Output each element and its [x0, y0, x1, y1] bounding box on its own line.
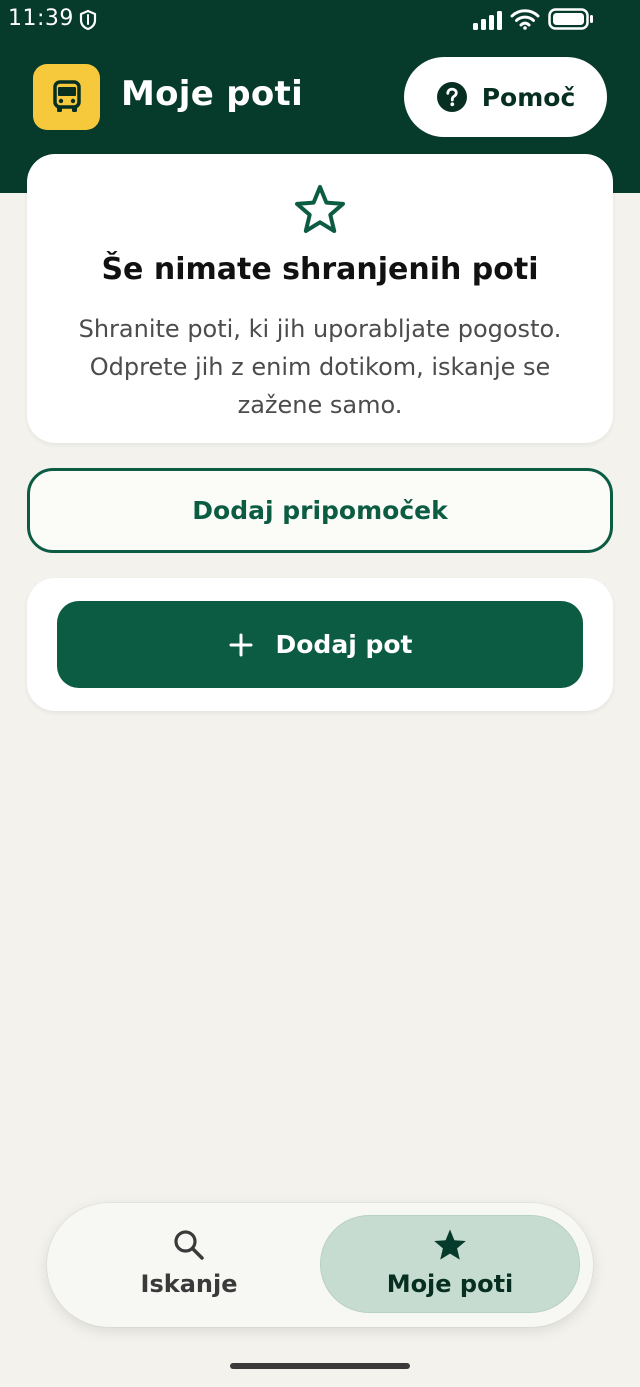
empty-state-title: Še nimate shranjenih poti [101, 252, 539, 287]
plus-icon [229, 633, 252, 656]
tab-saved-routes[interactable]: Moje poti [320, 1215, 580, 1313]
app-logo [33, 64, 100, 130]
help-button-label: Pomoč [481, 82, 576, 112]
add-route-label: Dodaj pot [275, 630, 413, 659]
search-icon [174, 1230, 204, 1260]
battery-icon [548, 8, 593, 30]
add-route-card: Dodaj pot [27, 578, 613, 711]
bottom-navigation: Iskanje Moje poti [47, 1203, 593, 1327]
add-widget-button[interactable]: Dodaj pripomoček [27, 468, 613, 553]
bus-icon [52, 80, 81, 112]
tab-search[interactable]: Iskanje [59, 1215, 319, 1313]
status-time: 11:39 [8, 6, 74, 31]
add-widget-label: Dodaj pripomoček [192, 496, 448, 525]
shield-icon [79, 9, 97, 31]
wifi-icon [510, 9, 540, 30]
signal-icon [473, 11, 502, 30]
help-button[interactable]: Pomoč [404, 57, 607, 137]
tab-search-label: Iskanje [140, 1270, 238, 1298]
page-title: Moje poti [121, 74, 304, 114]
tab-saved-routes-label: Moje poti [386, 1270, 514, 1298]
question-circle-icon [436, 82, 467, 112]
star-filled-icon [434, 1229, 466, 1260]
home-indicator[interactable] [230, 1363, 410, 1369]
empty-state-card: Še nimate shranjenih poti Shranite poti,… [27, 154, 613, 443]
add-route-button[interactable]: Dodaj pot [57, 601, 583, 688]
star-outline-icon [295, 185, 345, 233]
status-bar: 11:39 [0, 0, 640, 40]
empty-state-description: Shranite poti, ki jih uporabljate pogost… [78, 315, 562, 419]
